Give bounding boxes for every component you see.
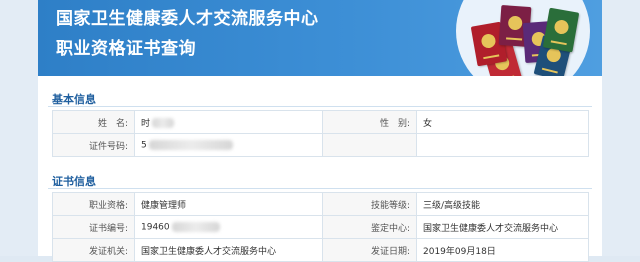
appraisal-label: 鉴定中心: bbox=[322, 215, 417, 239]
name-label: 姓 名: bbox=[52, 110, 135, 134]
gender-value: 女 bbox=[416, 110, 589, 134]
occupation-value: 健康管理师 bbox=[134, 192, 323, 216]
level-label: 技能等级: bbox=[322, 192, 417, 216]
id-value: 5 bbox=[134, 133, 323, 157]
name-text: 时 bbox=[141, 118, 151, 129]
page-title: 职业资格证书查询 bbox=[56, 39, 196, 59]
basic-info-heading: 基本信息 bbox=[52, 93, 96, 106]
name-value: 时 bbox=[134, 110, 323, 134]
id-text: 5 bbox=[141, 140, 147, 151]
cert-no-text: 19460 bbox=[141, 222, 170, 233]
page-margin-left bbox=[0, 0, 38, 256]
table-row: 姓 名: 时 性 别: 女 bbox=[52, 110, 589, 134]
issue-date-label: 发证日期: bbox=[322, 238, 417, 262]
result-panel: 基本信息 姓 名: 时 性 别: 女 证件号码: 5 证书信息 职业资格: 健康… bbox=[38, 76, 602, 262]
issue-date-value: 2019年09月18日 bbox=[416, 238, 589, 262]
basic-info-table: 姓 名: 时 性 别: 女 证件号码: 5 bbox=[52, 110, 589, 157]
table-row: 证件号码: 5 bbox=[52, 133, 589, 157]
cert-info-heading: 证书信息 bbox=[52, 175, 96, 188]
issuer-label: 发证机关: bbox=[52, 238, 135, 262]
cert-no-label: 证书编号: bbox=[52, 215, 135, 239]
occupation-label: 职业资格: bbox=[52, 192, 135, 216]
redacted-mask bbox=[148, 139, 233, 150]
cert-info-table: 职业资格: 健康管理师 技能等级: 三级/高级技能 证书编号: 19460 鉴定… bbox=[52, 192, 589, 262]
org-title: 国家卫生健康委人才交流服务中心 bbox=[56, 9, 319, 29]
id-label: 证件号码: bbox=[52, 133, 135, 157]
level-value: 三级/高级技能 bbox=[416, 192, 589, 216]
empty-cell bbox=[416, 133, 589, 157]
appraisal-value: 国家卫生健康委人才交流服务中心 bbox=[416, 215, 589, 239]
empty-cell bbox=[322, 133, 417, 157]
redacted-mask bbox=[152, 118, 175, 128]
gender-label: 性 别: bbox=[322, 110, 417, 134]
table-row: 证书编号: 19460 鉴定中心: 国家卫生健康委人才交流服务中心 bbox=[52, 215, 589, 239]
redacted-mask bbox=[171, 221, 220, 232]
table-row: 职业资格: 健康管理师 技能等级: 三级/高级技能 bbox=[52, 192, 589, 216]
divider bbox=[48, 106, 592, 107]
page-margin-right bbox=[602, 0, 640, 256]
table-row: 发证机关: 国家卫生健康委人才交流服务中心 发证日期: 2019年09月18日 bbox=[52, 238, 589, 262]
issuer-value: 国家卫生健康委人才交流服务中心 bbox=[134, 238, 323, 262]
header-banner: 国家卫生健康委人才交流服务中心 职业资格证书查询 bbox=[38, 0, 602, 76]
cert-no-value: 19460 bbox=[134, 215, 323, 239]
divider bbox=[48, 188, 592, 189]
